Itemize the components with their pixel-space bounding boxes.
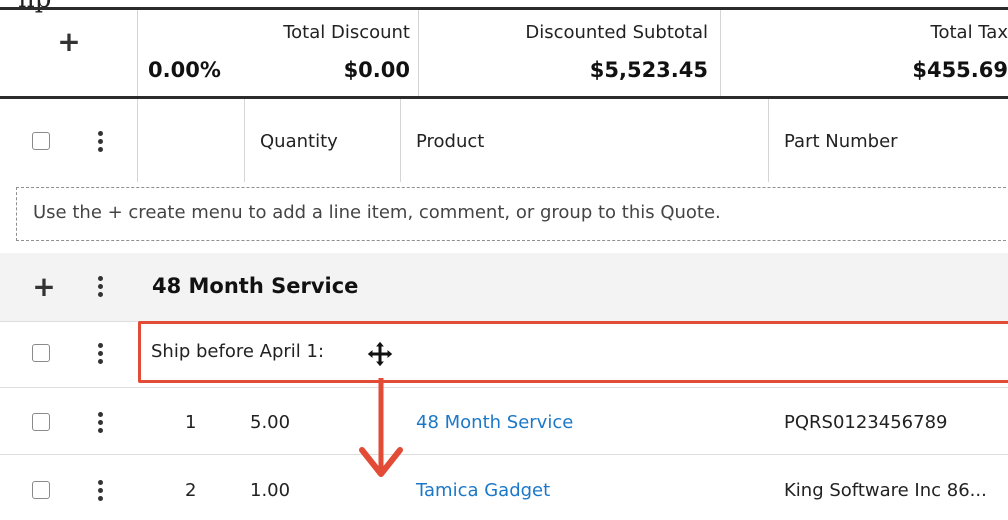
quantity-cell[interactable]: 5.00 [250, 412, 290, 433]
kebab-menu-icon[interactable] [97, 276, 103, 298]
total-discount-label: Total Discount [283, 22, 410, 43]
column-header-quantity[interactable]: Quantity [260, 131, 338, 152]
total-tax-label: Total Tax [930, 22, 1008, 43]
column-header-product[interactable]: Product [416, 131, 484, 152]
move-cursor-icon [366, 340, 394, 368]
column-header-part-number[interactable]: Part Number [784, 131, 898, 152]
empty-message-text: Use the + create menu to add a line item… [33, 202, 721, 223]
row-number: 1 [185, 412, 197, 433]
comment-highlight-box: Ship before April 1: [138, 321, 1008, 383]
add-item-button[interactable]: + [54, 28, 84, 56]
table-row[interactable]: 2 1.00 Tamica Gadget King Software Inc 8… [0, 455, 1008, 520]
arrow-down-icon [359, 378, 403, 477]
group-title: 48 Month Service [152, 274, 359, 298]
kebab-menu-icon[interactable] [97, 412, 103, 434]
column-divider [418, 10, 419, 96]
table-row[interactable]: 1 5.00 48 Month Service PQRS0123456789 [0, 388, 1008, 454]
column-divider [137, 99, 138, 182]
column-divider [400, 99, 401, 182]
product-link[interactable]: 48 Month Service [416, 412, 573, 433]
row-checkbox[interactable] [32, 344, 50, 362]
plus-icon: + [57, 25, 81, 58]
column-divider [244, 99, 245, 182]
discounted-subtotal-label: Discounted Subtotal [525, 22, 708, 43]
part-number-cell: King Software Inc 86... [784, 480, 987, 501]
comment-text[interactable]: Ship before April 1: [151, 341, 324, 362]
kebab-menu-icon[interactable] [97, 131, 103, 153]
plus-icon: + [32, 270, 56, 303]
discounted-subtotal-value: $5,523.45 [589, 58, 708, 82]
discount-percent: 0.00% [148, 58, 221, 82]
row-checkbox[interactable] [32, 413, 50, 431]
kebab-menu-icon[interactable] [97, 343, 103, 365]
kebab-menu-icon[interactable] [97, 480, 103, 502]
part-number-cell: PQRS0123456789 [784, 412, 948, 433]
column-header-row: Quantity Product Part Number [0, 99, 1008, 182]
select-all-checkbox[interactable] [32, 132, 50, 150]
group-row[interactable]: + 48 Month Service [0, 253, 1008, 321]
total-discount-value: $0.00 [343, 58, 410, 82]
column-divider [137, 10, 138, 96]
group-add-button[interactable]: + [31, 273, 57, 301]
product-link[interactable]: Tamica Gadget [416, 480, 550, 501]
column-divider [768, 99, 769, 182]
quote-totals-header: + 0.00% Total Discount $0.00 Discounted … [0, 10, 1008, 96]
total-tax-value: $455.69 [912, 58, 1008, 82]
empty-quote-message: Use the + create menu to add a line item… [16, 187, 1008, 241]
quantity-cell[interactable]: 1.00 [250, 480, 290, 501]
column-divider [720, 10, 721, 96]
row-number: 2 [185, 480, 197, 501]
row-checkbox[interactable] [32, 481, 50, 499]
